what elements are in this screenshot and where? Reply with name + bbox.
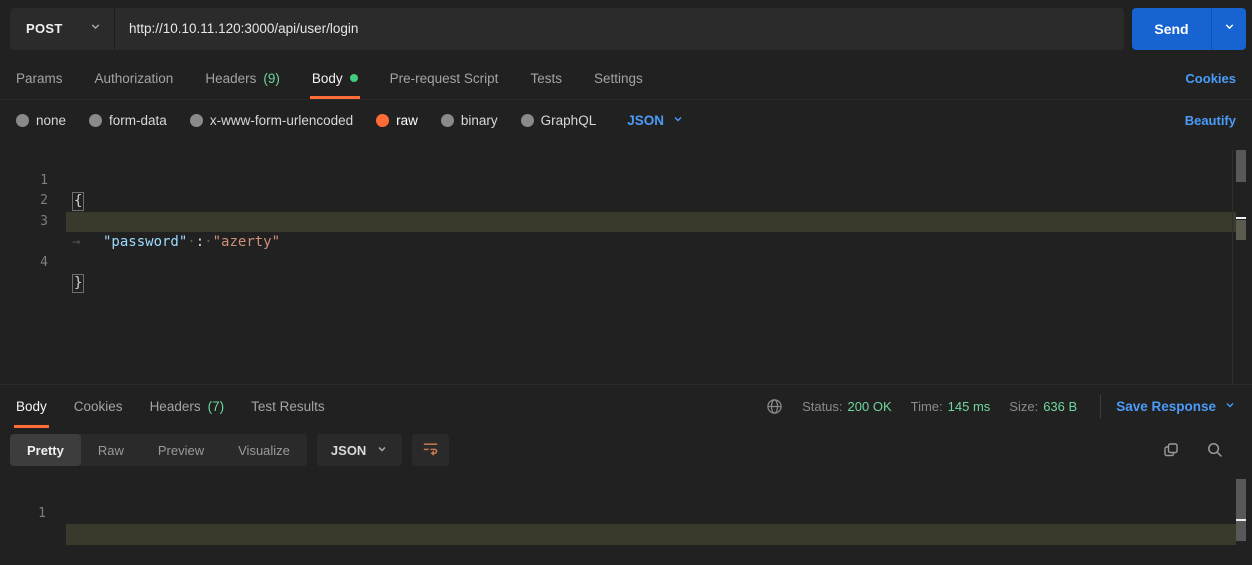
chevron-down-icon: [672, 113, 684, 128]
send-options-button[interactable]: [1211, 8, 1246, 50]
body-type-row: none form-data x-www-form-urlencoded raw…: [0, 100, 1252, 141]
view-pretty[interactable]: Pretty: [10, 434, 81, 466]
tab-tests[interactable]: Tests: [530, 57, 562, 99]
radio-icon: [441, 114, 454, 127]
wrap-text-button[interactable]: [412, 434, 449, 466]
view-mode-segmented-control: Pretty Raw Preview Visualize: [10, 434, 307, 466]
view-visualize[interactable]: Visualize: [221, 434, 307, 466]
close-brace: }: [72, 274, 84, 293]
raw-language-select[interactable]: JSON: [627, 113, 684, 128]
cursor-position-marker: [1236, 519, 1246, 521]
response-tab-test-results[interactable]: Test Results: [251, 385, 325, 428]
chevron-down-icon: [1224, 399, 1236, 414]
editor-line: 2 →"email"·:·"azerty@azerty.com",: [0, 171, 1252, 192]
body-has-content-dot: [350, 74, 358, 82]
current-line-marker: [1236, 220, 1246, 240]
chevron-down-icon: [376, 443, 388, 458]
tab-settings[interactable]: Settings: [594, 57, 643, 99]
tab-headers[interactable]: Headers (9): [205, 57, 280, 99]
request-url-bar: POST http://10.10.11.120:3000/api/user/l…: [0, 0, 1252, 57]
headers-count: (9): [263, 71, 280, 86]
response-headers-count: (7): [208, 399, 225, 414]
response-body-viewer[interactable]: 1 eyJhbGciOiJIUzI1NiIsInR5cCI6IkpXVCJ9. …: [0, 482, 1252, 545]
globe-icon[interactable]: [766, 398, 783, 415]
response-tab-body[interactable]: Body: [16, 385, 47, 428]
response-language-select[interactable]: JSON: [317, 434, 402, 466]
tab-authorization[interactable]: Authorization: [95, 57, 174, 99]
response-tabs: Body Cookies Headers (7) Test Results St…: [0, 385, 1252, 428]
response-line-wrapped-current: oiM2eElnf05YPc9BSq9PiP8S8KCJh7lvhjo1x-sa…: [0, 524, 1252, 545]
radio-icon: [190, 114, 203, 127]
line-number: 4: [0, 253, 48, 274]
cookies-link[interactable]: Cookies: [1185, 57, 1236, 99]
radio-icon: [521, 114, 534, 127]
search-icon[interactable]: [1206, 441, 1224, 459]
response-tab-cookies[interactable]: Cookies: [74, 385, 123, 428]
tab-body[interactable]: Body: [312, 57, 358, 99]
text-wrap-icon: [421, 438, 440, 462]
time-badge: Time: 145 ms: [911, 399, 991, 414]
copy-icon[interactable]: [1162, 441, 1180, 459]
cursor-position-marker: [1236, 217, 1246, 219]
chevron-down-icon: [1223, 20, 1236, 38]
chevron-down-icon: [89, 20, 102, 38]
response-tab-headers[interactable]: Headers (7): [150, 385, 225, 428]
current-line-highlight: [66, 212, 1236, 233]
radio-x-www-form-urlencoded[interactable]: x-www-form-urlencoded: [190, 113, 353, 128]
method-label: POST: [26, 21, 63, 36]
current-line-highlight: [66, 524, 1236, 545]
response-tool-icons: [1162, 441, 1236, 459]
radio-icon: [16, 114, 29, 127]
tab-pre-request-script[interactable]: Pre-request Script: [390, 57, 499, 99]
response-line-wrapped: eyJfaWQiOiI2MjBlY2Y2Y2FiMjEyYzA0NjE1Yjdm…: [0, 503, 1252, 524]
status-badge: Status: 200 OK: [802, 399, 892, 414]
divider: [1100, 395, 1101, 419]
editor-scrollbar[interactable]: [1236, 150, 1246, 384]
radio-binary[interactable]: binary: [441, 113, 498, 128]
response-panel: Body Cookies Headers (7) Test Results St…: [0, 384, 1252, 565]
url-input[interactable]: http://10.10.11.120:3000/api/user/login: [114, 8, 1124, 50]
radio-graphql[interactable]: GraphQL: [521, 113, 597, 128]
view-raw[interactable]: Raw: [81, 434, 141, 466]
editor-line: 1 {: [0, 150, 1252, 171]
request-tabs: Params Authorization Headers (9) Body Pr…: [0, 57, 1252, 100]
editor-current-line: 4 }: [0, 212, 1252, 233]
postman-window: POST http://10.10.11.120:3000/api/user/l…: [0, 0, 1252, 565]
editor-overview-ruler: [1232, 150, 1233, 384]
editor-line: 3 →"password"·:·"azerty": [0, 191, 1252, 212]
beautify-link[interactable]: Beautify: [1185, 113, 1236, 128]
method-select[interactable]: POST: [10, 8, 114, 50]
response-scrollbar[interactable]: [1236, 479, 1246, 565]
json-value-password: "azerty": [213, 234, 280, 250]
view-preview[interactable]: Preview: [141, 434, 221, 466]
radio-raw[interactable]: raw: [376, 113, 418, 128]
radio-selected-icon: [376, 114, 389, 127]
save-response-button[interactable]: Save Response: [1116, 399, 1236, 414]
request-body-editor[interactable]: 1 { 2 →"email"·:·"azerty@azerty.com", 3 …: [0, 150, 1252, 384]
response-line: 1 eyJhbGciOiJIUzI1NiIsInR5cCI6IkpXVCJ9.: [0, 482, 1252, 503]
scrollbar-thumb[interactable]: [1236, 479, 1246, 541]
radio-icon: [89, 114, 102, 127]
url-value: http://10.10.11.120:3000/api/user/login: [129, 21, 358, 36]
tab-indent-marker: →: [72, 232, 103, 253]
send-button[interactable]: Send: [1132, 8, 1211, 50]
response-toolbar: Pretty Raw Preview Visualize JSON: [0, 433, 1252, 467]
json-key-password: "password": [103, 234, 187, 250]
radio-form-data[interactable]: form-data: [89, 113, 167, 128]
response-meta: Status: 200 OK Time: 145 ms Size: 636 B …: [766, 385, 1236, 428]
scrollbar-thumb[interactable]: [1236, 150, 1246, 182]
size-badge: Size: 636 B: [1009, 399, 1077, 414]
tab-params[interactable]: Params: [16, 57, 63, 99]
radio-none[interactable]: none: [16, 113, 66, 128]
